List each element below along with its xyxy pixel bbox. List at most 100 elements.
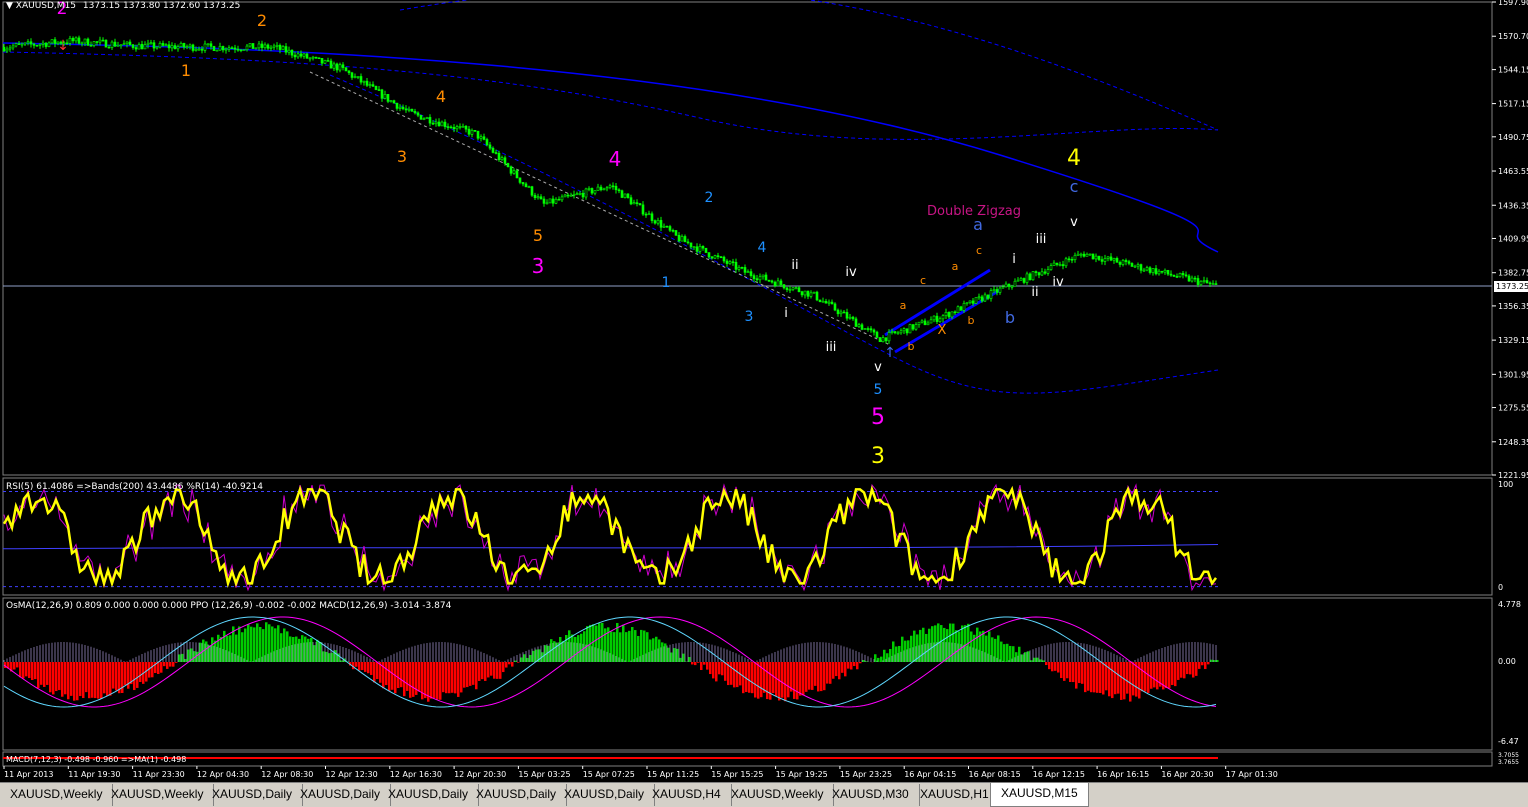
candle-body: [713, 255, 717, 259]
wave-label: v: [874, 360, 882, 375]
osma-bar: [376, 662, 379, 680]
wave-label: a: [952, 260, 959, 273]
candle-body: [1067, 258, 1071, 261]
osma-bar: [100, 662, 103, 699]
tab-xauusd-h1[interactable]: XAUUSD,H1: [910, 784, 1000, 806]
osma-bar: [481, 662, 484, 680]
candle-body: [101, 39, 105, 42]
osma-bar: [409, 662, 412, 698]
osma-bar: [847, 662, 850, 669]
osma-bar: [568, 630, 571, 662]
tab-xauusd-daily-5[interactable]: XAUUSD,Daily: [554, 784, 656, 806]
osma-bar: [151, 662, 154, 678]
candle-body: [803, 290, 807, 296]
osma-axis-label: 4.778: [1498, 600, 1521, 609]
collapse-icon[interactable]: ▼: [6, 1, 13, 11]
osma-bar: [928, 628, 931, 662]
candle-body: [857, 324, 861, 327]
osma-bar: [367, 662, 370, 674]
candle-body: [848, 316, 852, 319]
osma-bar: [157, 662, 160, 675]
osma-bar: [736, 662, 739, 688]
candle-body: [65, 42, 69, 45]
candle-body: [965, 302, 969, 304]
candle-body: [1163, 269, 1167, 273]
osma-bar: [508, 662, 511, 665]
osma-bar: [853, 662, 856, 667]
osma-bar: [214, 640, 217, 662]
osma-bar: [1012, 646, 1015, 662]
candle-body: [809, 292, 813, 297]
tab-xauusd-weekly-2[interactable]: XAUUSD,Weekly: [101, 784, 215, 806]
candle-body: [17, 43, 21, 45]
osma-bar: [793, 662, 796, 699]
osma-bar: [724, 662, 727, 681]
osma-bar: [451, 662, 454, 693]
candle-body: [422, 118, 426, 120]
osma-bar: [1000, 641, 1003, 662]
candle-body: [188, 44, 192, 47]
osma-bar: [307, 638, 310, 662]
wave-label: iii: [826, 340, 837, 355]
osma-bar: [274, 628, 277, 662]
candle-body: [467, 128, 471, 135]
candle-body: [1196, 278, 1200, 285]
osma-bar: [877, 657, 880, 662]
osma-bar: [1036, 657, 1039, 662]
tab-xauusd-daily-3[interactable]: XAUUSD,Daily: [378, 784, 480, 806]
tab-xauusd-m15[interactable]: XAUUSD,M15: [990, 783, 1089, 807]
candle-body: [545, 202, 549, 205]
tab-xauusd-m30[interactable]: XAUUSD,M30: [822, 784, 920, 806]
candle-body: [884, 337, 888, 342]
price-tick-label: 1463.55: [1498, 167, 1528, 176]
candle-body: [998, 287, 1002, 293]
price-chart[interactable]: ↓↑ 1597.901570.701544.151517.151490.7514…: [0, 0, 1528, 807]
osma-bar: [613, 632, 616, 662]
osma-bar: [838, 662, 841, 680]
tab-xauusd-weekly-3[interactable]: XAUUSD,Weekly: [721, 784, 835, 806]
candle-body: [767, 279, 771, 282]
regression-channel: ↓↑: [2, 0, 1219, 394]
candle-body: [509, 166, 513, 174]
osma-pane: 4.778 0.00 -6.47: [3, 600, 1521, 746]
tab-xauusd-h4[interactable]: XAUUSD,H4: [642, 784, 732, 806]
time-tick-label: 15 Apr 11:25: [647, 770, 699, 779]
candle-body: [140, 43, 144, 50]
osma-bar: [493, 662, 496, 679]
candle-body: [212, 46, 216, 51]
candle-body: [134, 47, 138, 50]
osma-bar: [1168, 662, 1171, 689]
osma-bar: [799, 662, 802, 696]
osma-bar: [469, 662, 472, 686]
candle-body: [173, 45, 177, 50]
candle-body: [704, 247, 708, 253]
osma-bar: [1204, 662, 1207, 670]
osma-bar: [580, 633, 583, 662]
candle-body: [770, 280, 774, 283]
candle-body: [914, 324, 918, 330]
candle-body: [107, 46, 111, 49]
candle-body: [623, 193, 627, 198]
tab-xauusd-daily-1[interactable]: XAUUSD,Daily: [202, 784, 304, 806]
candle-body: [377, 89, 381, 91]
price-tick-label: 1436.35: [1498, 201, 1528, 210]
osma-bar: [220, 637, 223, 662]
candle-body: [473, 129, 477, 132]
candle-body: [446, 126, 450, 128]
tab-xauusd-daily-2[interactable]: XAUUSD,Daily: [290, 784, 392, 806]
osma-bar: [271, 626, 274, 662]
candle-body: [209, 43, 213, 47]
wave-label: b: [908, 340, 915, 353]
candle-body: [431, 122, 435, 125]
tab-xauusd-daily-4[interactable]: XAUUSD,Daily: [466, 784, 568, 806]
osma-bar: [259, 626, 262, 662]
candle-body: [278, 44, 282, 50]
osma-bar: [61, 662, 64, 697]
candle-body: [734, 262, 738, 270]
candle-body: [347, 70, 351, 74]
osma-bar: [331, 652, 334, 662]
candle-body: [1211, 283, 1215, 285]
osma-bar: [364, 662, 367, 672]
tab-xauusd-weekly-1[interactable]: XAUUSD,Weekly: [0, 784, 114, 806]
candle-body: [755, 278, 759, 281]
